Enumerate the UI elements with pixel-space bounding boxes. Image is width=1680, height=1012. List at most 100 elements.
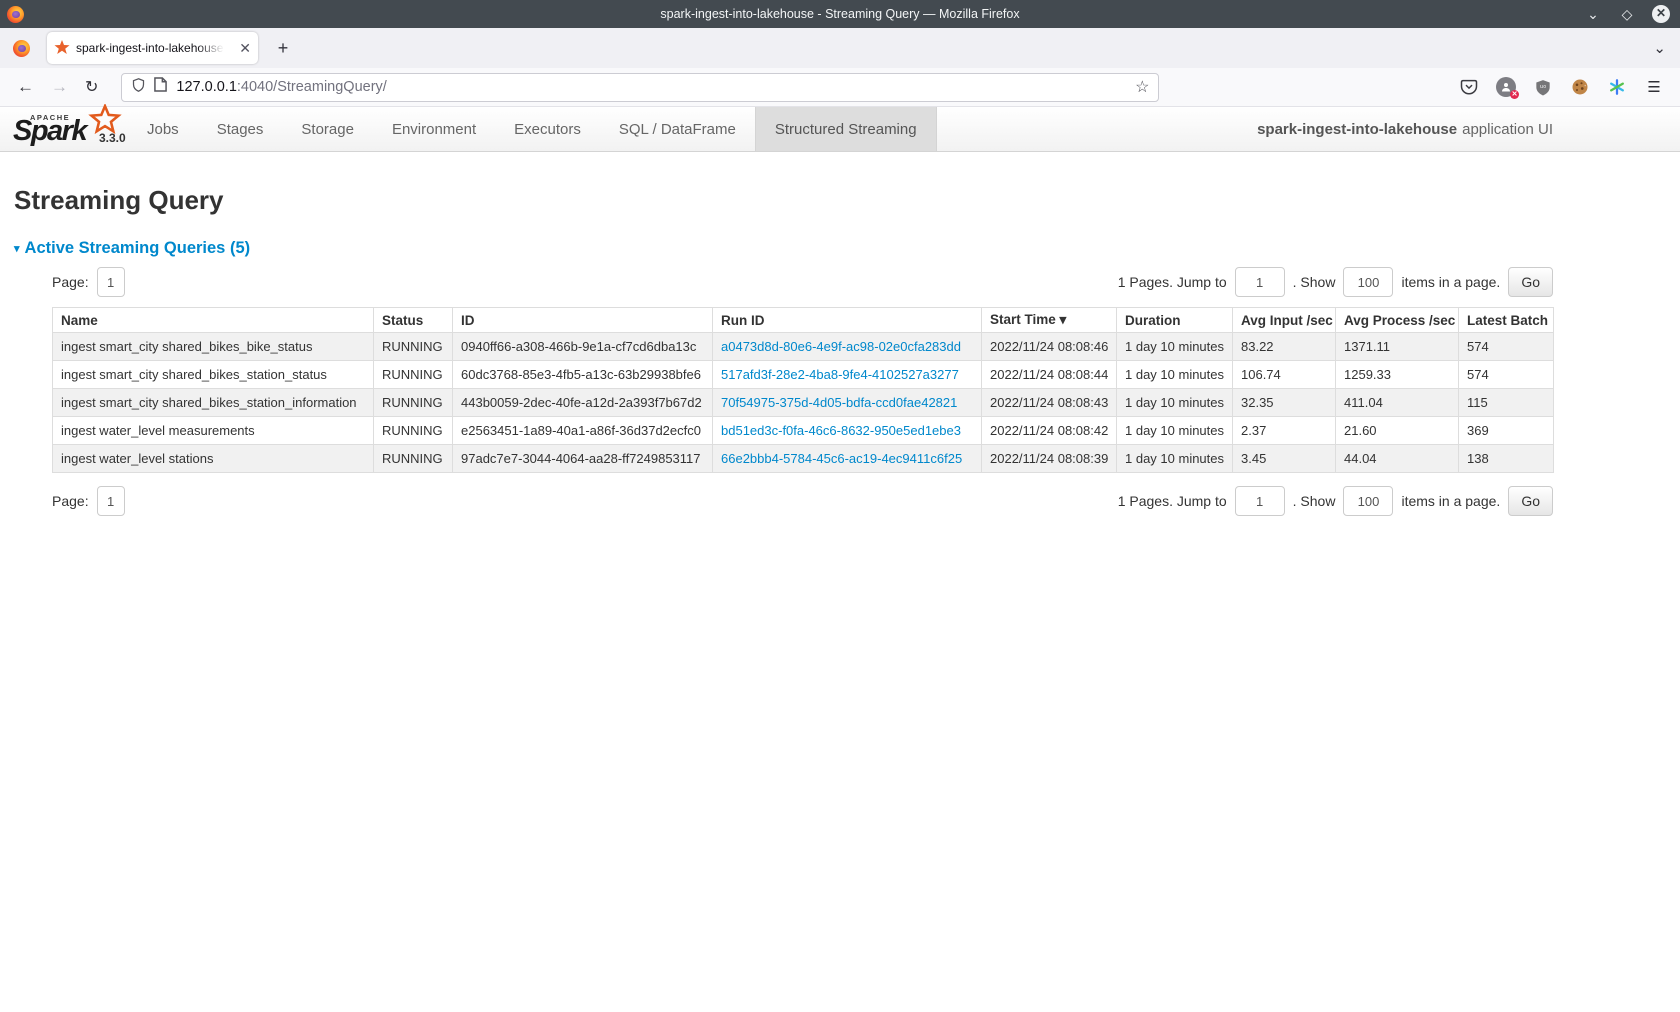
page-number-input[interactable] xyxy=(97,267,125,297)
cell-avg-process: 411.04 xyxy=(1336,389,1459,417)
page-info-icon[interactable] xyxy=(154,77,167,97)
col-header-status[interactable]: Status xyxy=(374,308,453,333)
col-header-duration[interactable]: Duration xyxy=(1117,308,1233,333)
jump-to-input[interactable] xyxy=(1235,486,1285,516)
pocket-icon[interactable] xyxy=(1459,77,1479,97)
window-controls: ⌄ ◇ ✕ xyxy=(1584,5,1680,23)
col-header-start-time[interactable]: Start Time ▾ xyxy=(982,308,1117,333)
forward-button[interactable]: → xyxy=(51,77,68,97)
cell-start-time: 2022/11/24 08:08:46 xyxy=(982,333,1117,361)
run-id-link[interactable]: bd51ed3c-f0fa-46c6-8632-950e5ed1ebe3 xyxy=(721,423,961,438)
col-header-name[interactable]: Name xyxy=(53,308,374,333)
shield-icon[interactable] xyxy=(131,77,146,98)
cell-latest-batch: 138 xyxy=(1459,445,1554,473)
url-text[interactable]: 127.0.0.1:4040/StreamingQuery/ xyxy=(176,79,386,95)
back-button[interactable]: ← xyxy=(17,77,34,97)
nav-tab-structured-streaming[interactable]: Structured Streaming xyxy=(755,107,937,151)
cell-avg-process: 21.60 xyxy=(1336,417,1459,445)
run-id-link[interactable]: 66e2bbb4-5784-45c6-ac19-4ec9411c6f25 xyxy=(721,451,962,466)
nav-tab-stages[interactable]: Stages xyxy=(198,107,283,151)
col-header-latest-batch[interactable]: Latest Batch xyxy=(1459,308,1554,333)
go-button[interactable]: Go xyxy=(1508,267,1553,297)
nav-tab-executors[interactable]: Executors xyxy=(495,107,600,151)
cell-status: RUNNING xyxy=(374,361,453,389)
application-name: spark-ingest-into-lakehouse xyxy=(1257,121,1457,138)
col-header-run-id[interactable]: Run ID xyxy=(713,308,982,333)
cell-id: 60dc3768-85e3-4fb5-a13c-63b29938bfe6 xyxy=(453,361,713,389)
profile-extension-icon[interactable]: ✕ xyxy=(1496,77,1516,97)
run-id-link[interactable]: a0473d8d-80e6-4e9f-ac98-02e0cfa283dd xyxy=(721,339,961,354)
queries-block: Page: 1 Pages. Jump to . Show items in a… xyxy=(52,267,1553,516)
window-close-button[interactable]: ✕ xyxy=(1652,5,1670,23)
cell-avg-input: 83.22 xyxy=(1233,333,1336,361)
firefox-view-icon[interactable] xyxy=(13,40,30,57)
run-id-link[interactable]: 517afd3f-28e2-4ba8-9fe4-4102527a3277 xyxy=(721,367,959,382)
cell-avg-process: 1371.11 xyxy=(1336,333,1459,361)
go-button[interactable]: Go xyxy=(1508,486,1553,516)
url-bar[interactable]: 127.0.0.1:4040/StreamingQuery/ ☆ xyxy=(121,73,1159,102)
window-minimize-button[interactable]: ⌄ xyxy=(1584,5,1602,23)
col-header-id[interactable]: ID xyxy=(453,308,713,333)
ublock-shield-icon[interactable]: U0 xyxy=(1533,77,1553,97)
nav-tab-storage[interactable]: Storage xyxy=(282,107,373,151)
table-row: ingest smart_city shared_bikes_bike_stat… xyxy=(53,333,1554,361)
cell-avg-input: 32.35 xyxy=(1233,389,1336,417)
cell-duration: 1 day 10 minutes xyxy=(1117,389,1233,417)
table-row: ingest smart_city shared_bikes_station_s… xyxy=(53,361,1554,389)
new-tab-button[interactable]: + xyxy=(270,38,296,59)
browser-toolbar: ← → ↻ 127.0.0.1:4040/StreamingQuery/ ☆ ✕… xyxy=(0,68,1680,107)
cell-id: 97adc7e7-3044-4064-aa28-ff7249853117 xyxy=(453,445,713,473)
cell-start-time: 2022/11/24 08:08:39 xyxy=(982,445,1117,473)
cell-duration: 1 day 10 minutes xyxy=(1117,361,1233,389)
cell-avg-input: 106.74 xyxy=(1233,361,1336,389)
bookmark-star-icon[interactable]: ☆ xyxy=(1135,77,1149,97)
sparkle-extension-icon[interactable] xyxy=(1607,77,1627,97)
cell-latest-batch: 574 xyxy=(1459,333,1554,361)
window-titlebar: spark-ingest-into-lakehouse - Streaming … xyxy=(0,0,1680,28)
cell-status: RUNNING xyxy=(374,389,453,417)
pages-summary: 1 Pages. Jump to xyxy=(1118,274,1227,290)
tab-title: spark-ingest-into-lakehouse xyxy=(76,41,224,55)
cell-avg-process: 44.04 xyxy=(1336,445,1459,473)
nav-tab-jobs[interactable]: Jobs xyxy=(128,107,198,151)
nav-tab-environment[interactable]: Environment xyxy=(373,107,495,151)
cell-avg-input: 2.37 xyxy=(1233,417,1336,445)
cell-status: RUNNING xyxy=(374,333,453,361)
cell-start-time: 2022/11/24 08:08:43 xyxy=(982,389,1117,417)
col-header-avg-input[interactable]: Avg Input /sec xyxy=(1233,308,1336,333)
show-items-input[interactable] xyxy=(1343,267,1393,297)
cell-avg-input: 3.45 xyxy=(1233,445,1336,473)
window-maximize-button[interactable]: ◇ xyxy=(1618,5,1636,23)
cell-name: ingest smart_city shared_bikes_station_i… xyxy=(53,389,374,417)
page-label: Page: xyxy=(52,274,89,290)
show-label: . Show xyxy=(1293,274,1336,290)
table-header-row: Name Status ID Run ID Start Time ▾ Durat… xyxy=(53,308,1554,333)
cell-name: ingest smart_city shared_bikes_station_s… xyxy=(53,361,374,389)
spark-logo[interactable]: APACHE Spark 3.3.0 xyxy=(0,107,128,151)
spark-version: 3.3.0 xyxy=(99,131,126,145)
cell-duration: 1 day 10 minutes xyxy=(1117,333,1233,361)
url-host: 127.0.0.1 xyxy=(176,79,236,95)
active-queries-section-toggle[interactable]: ▾ Active Streaming Queries (5) xyxy=(14,239,1680,258)
page-title: Streaming Query xyxy=(14,185,1680,216)
page-number-input[interactable] xyxy=(97,486,125,516)
cell-id: 443b0059-2dec-40fe-a12d-2a393f7b67d2 xyxy=(453,389,713,417)
menu-hamburger-icon[interactable]: ☰ xyxy=(1644,77,1664,97)
spark-header: APACHE Spark 3.3.0 Jobs Stages Storage E… xyxy=(0,107,1680,152)
list-all-tabs-button[interactable]: ⌄ xyxy=(1653,39,1666,57)
cell-duration: 1 day 10 minutes xyxy=(1117,417,1233,445)
window-title: spark-ingest-into-lakehouse - Streaming … xyxy=(0,7,1680,21)
cookie-extension-icon[interactable] xyxy=(1570,77,1590,97)
reload-button[interactable]: ↻ xyxy=(85,77,98,97)
browser-tab-active[interactable]: spark-ingest-into-lakehouse ✕ xyxy=(47,32,258,64)
section-title: Active Streaming Queries (5) xyxy=(25,239,251,258)
run-id-link[interactable]: 70f54975-375d-4d05-bdfa-ccd0fae42821 xyxy=(721,395,957,410)
nav-tab-sql-dataframe[interactable]: SQL / DataFrame xyxy=(600,107,755,151)
cell-status: RUNNING xyxy=(374,417,453,445)
show-items-input[interactable] xyxy=(1343,486,1393,516)
cell-status: RUNNING xyxy=(374,445,453,473)
tab-close-icon[interactable]: ✕ xyxy=(239,41,251,55)
page-label: Page: xyxy=(52,493,89,509)
jump-to-input[interactable] xyxy=(1235,267,1285,297)
col-header-avg-process[interactable]: Avg Process /sec xyxy=(1336,308,1459,333)
